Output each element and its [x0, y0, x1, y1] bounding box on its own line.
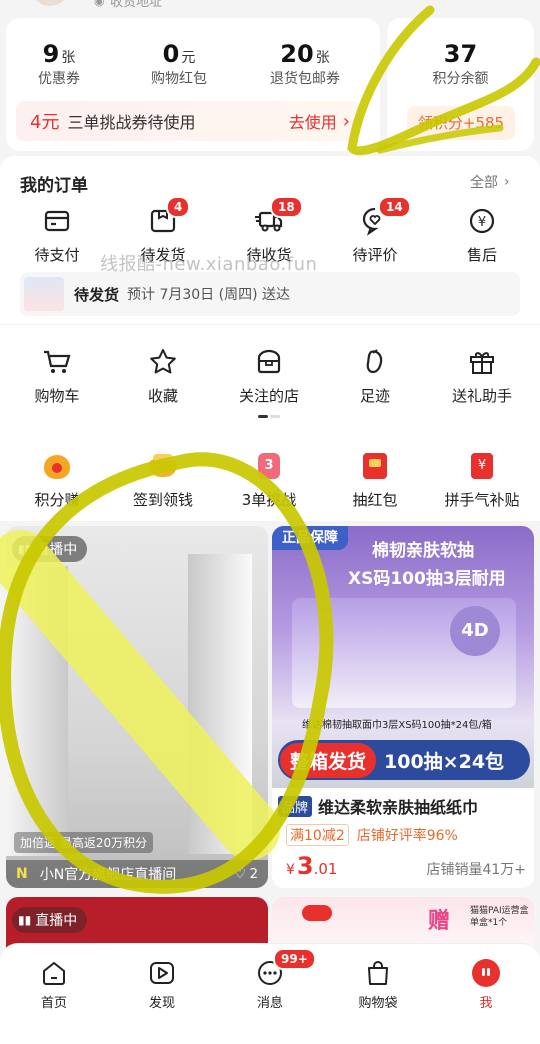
brand-logo-icon	[302, 905, 332, 921]
chevron-right-icon: ›	[342, 110, 350, 132]
bag-icon	[363, 958, 393, 988]
challenge-icon: 3	[254, 451, 284, 481]
coupon-banner[interactable]: 4元 三单挑战券待使用 去使用 ›	[16, 101, 360, 141]
coupon-text: 三单挑战券待使用	[67, 113, 196, 132]
like-icon: ♡	[234, 866, 246, 882]
svg-text:¥: ¥	[478, 215, 486, 230]
return-shipping-stat[interactable]: 20 张 退货包邮券	[250, 40, 360, 88]
order-to-review[interactable]: 14 待评价	[327, 196, 423, 265]
brand-4d-mark: 4D	[450, 606, 500, 656]
ship-strip: 整箱发货 100抽×24包	[278, 740, 530, 780]
badge: 18	[270, 196, 303, 218]
banner-subtitle: XS码100抽3层耐用	[348, 569, 506, 589]
orders-title: 我的订单	[20, 176, 88, 196]
top-strip: ◉ 收货地址	[0, 0, 540, 14]
tab-shopping-bag[interactable]: 购物袋	[330, 958, 426, 1011]
live-bars-icon: ▮▮	[18, 913, 32, 927]
page-indicator	[258, 415, 282, 418]
promo-row: 满10减2 店铺好评率96%	[286, 824, 458, 846]
tab-bar: 首页 发现 99+ 消息 购物袋 我	[0, 943, 540, 1044]
gold-pot-icon	[148, 451, 178, 481]
live-bars-icon: ▮▮	[18, 542, 32, 556]
refund-icon: ¥	[467, 206, 497, 236]
product-thumbnail	[24, 277, 64, 311]
tool-footprints[interactable]: 足迹	[327, 347, 423, 406]
subsidy-icon: ¥	[467, 451, 497, 481]
orders-card: 我的订单 全部 › 待支付 4 待发货 18 待收货 14 待评价 ¥ 售后 线…	[0, 156, 540, 324]
profile-icon	[471, 958, 501, 988]
play-icon	[147, 958, 177, 988]
avatar-partial	[30, 0, 70, 6]
earn-points-button[interactable]: 领积分+585	[407, 106, 515, 140]
tool-cart[interactable]: 购物车	[9, 347, 105, 406]
badge: 14	[378, 196, 411, 218]
badge: 4	[166, 196, 191, 218]
order-pending-payment[interactable]: 待支付	[9, 206, 105, 265]
shipping-eta: 预计 7月30日 (周四) 送达	[127, 287, 291, 303]
cart-icon	[42, 347, 72, 377]
store-icon	[254, 347, 284, 377]
tool-followed-stores[interactable]: 关注的店	[221, 347, 317, 406]
points-label: 积分余额	[432, 71, 489, 87]
brand-tag: 品牌	[278, 795, 313, 817]
product-title-row: 品牌 维达柔软亲肤抽纸纸巾	[278, 794, 478, 818]
use-coupon-link[interactable]: 去使用	[289, 109, 337, 133]
coupon-stat[interactable]: 9张 优惠券	[4, 40, 114, 88]
tools-card: 购物车 收藏 关注的店 足迹 送礼助手	[0, 324, 540, 431]
tool-gift-assistant[interactable]: 送礼助手	[434, 347, 530, 406]
package-icon: 4	[148, 196, 191, 236]
gift-note: 猫猫PAI运营盒 单盒*1个	[470, 906, 529, 928]
activity-three-order-challenge[interactable]: 3 3单挑战	[221, 451, 317, 510]
shipping-notice[interactable]: 待发货 预计 7月30日 (周四) 送达	[20, 272, 520, 316]
chat-icon: 99+	[255, 948, 316, 988]
live-tag: ▮▮ 直播中	[12, 536, 88, 562]
tab-messages[interactable]: 99+ 消息	[222, 948, 318, 1011]
assets-card: 9张 优惠券 0元 购物红包 20 张 退货包邮券 4元 三单挑战券待使用 去使用…	[6, 18, 380, 151]
points-balance: 37	[443, 40, 478, 68]
orders-all-link[interactable]: 全部 ›	[470, 172, 510, 192]
truck-icon: 18	[254, 196, 303, 236]
comment-heart-icon: 14	[360, 196, 411, 236]
activity-subsidy[interactable]: ¥ 拼手气补贴	[434, 451, 530, 510]
product-name: 维达柔软亲肤抽纸纸巾	[318, 798, 479, 817]
coupon-amount: 4元	[30, 112, 60, 133]
red-envelope-icon	[360, 451, 390, 481]
tab-discover[interactable]: 发现	[114, 958, 210, 1011]
tool-favorites[interactable]: 收藏	[115, 347, 211, 406]
activities-row: 积分赚 签到领钱 3 3单挑战 抽红包 ¥ 拼手气补贴	[0, 431, 540, 521]
live-logo-left-bar	[6, 566, 68, 856]
badge: 99+	[273, 948, 316, 970]
tab-me[interactable]: 我	[438, 958, 534, 1011]
activity-checkin[interactable]: 签到领钱	[115, 451, 211, 510]
live-shop-row: N 小N官方旗舰店直播间 ♡ 2	[6, 860, 268, 888]
order-after-sales[interactable]: ¥ 售后	[434, 206, 530, 265]
tab-home[interactable]: 首页	[6, 958, 102, 1011]
home-icon	[39, 958, 69, 988]
red-packet-stat[interactable]: 0元 购物红包	[124, 40, 234, 88]
image-caption: 维达棉韧抽取面巾3层XS码100抽*24包/箱	[302, 720, 492, 731]
brand-logo-icon: N	[16, 866, 28, 882]
price-row: ¥ 3 .01 店铺销量41万+	[286, 852, 526, 880]
star-icon	[148, 347, 178, 377]
footprint-icon	[360, 347, 390, 377]
activity-earn-points[interactable]: 积分赚	[9, 451, 105, 510]
money-bag-icon	[42, 451, 72, 481]
product-card[interactable]: 正品保障 棉韧亲肤软抽 XS码100抽3层耐用 4D 维达棉韧抽取面巾3层XS码…	[272, 526, 534, 888]
authentic-badge: 正品保障	[272, 526, 348, 550]
points-card[interactable]: 37 积分余额 领积分+585	[387, 18, 534, 151]
activity-red-envelope[interactable]: 抽红包	[327, 451, 423, 510]
chevron-right-icon: ›	[504, 174, 510, 190]
gift-icon	[467, 347, 497, 377]
banner-title: 棉韧亲肤软抽	[372, 541, 474, 561]
live-tag: ▮▮ 直播中	[12, 907, 88, 933]
cashback-tag: 加倍返 最高返20万积分	[14, 832, 154, 853]
wallet-icon	[42, 206, 72, 236]
location-pin-icon: ◉	[94, 0, 105, 8]
gift-stamp: 赠	[428, 909, 451, 934]
live-card[interactable]: ▮▮ 直播中 加倍返 最高返20万积分 N 小N官方旗舰店直播间 ♡ 2	[6, 526, 268, 888]
shipping-status: 待发货	[74, 285, 120, 304]
live-logo-right-bar	[188, 554, 252, 854]
address-text[interactable]: 收货地址	[110, 0, 162, 10]
